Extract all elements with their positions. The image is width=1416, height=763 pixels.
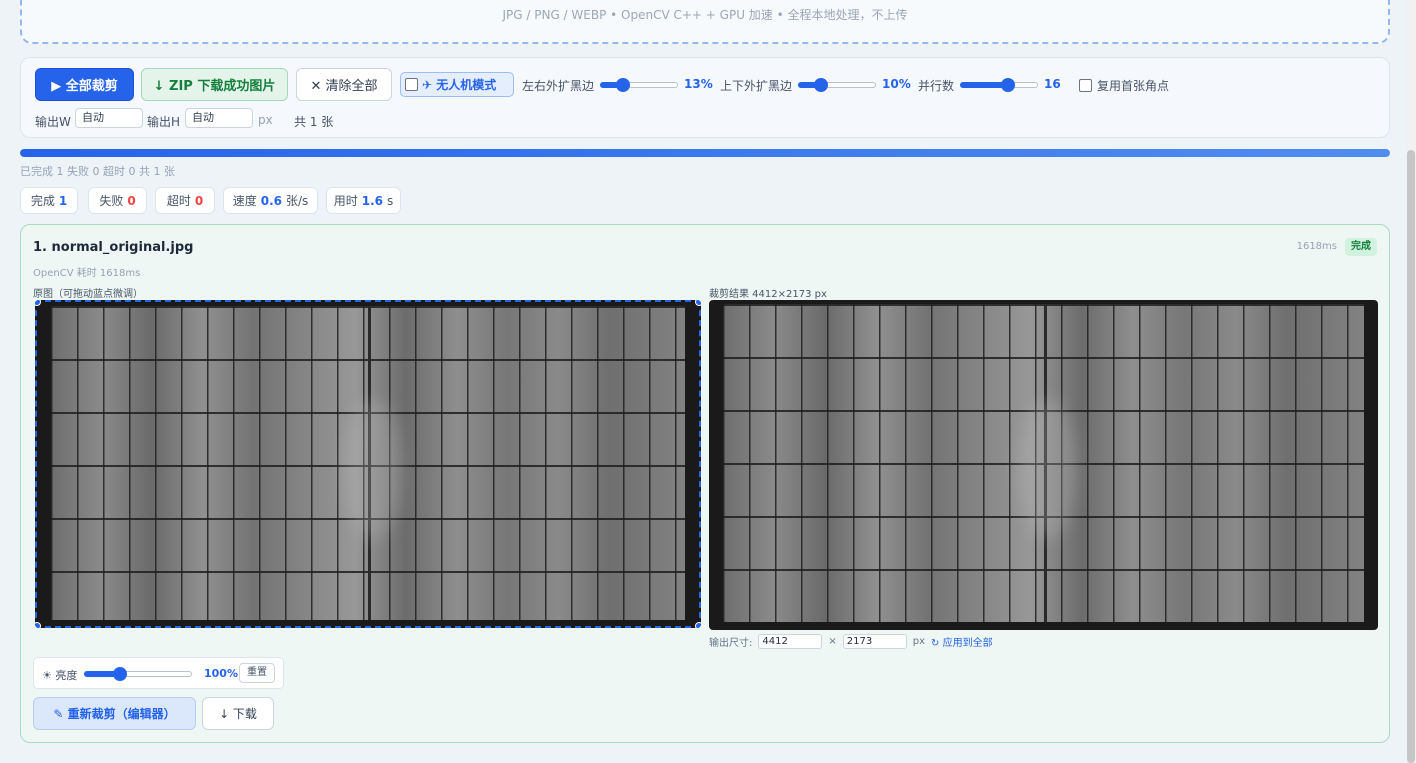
stat-timeout-label: 超时 (166, 194, 191, 208)
reuse-corners-label: 复用首张角点 (1097, 79, 1170, 93)
result-label: 裁剪结果 4412×2173 px (709, 289, 827, 300)
stat-timeout-value: 0 (194, 193, 204, 208)
drone-mode-toggle[interactable]: ✈ 无人机模式 (400, 72, 514, 97)
page-scrollbar-thumb[interactable] (1407, 150, 1415, 763)
brightness-slider-thumb[interactable] (112, 667, 127, 681)
stat-timeout: 超时 0 (155, 187, 215, 214)
upload-dropzone[interactable]: JPG / PNG / WEBP • OpenCV C++ + GPU 加速 •… (20, 0, 1390, 44)
output-size-label: 输出尺寸: (709, 638, 753, 649)
progress-text: 已完成 1 失败 0 超时 0 共 1 张 (20, 165, 175, 178)
stat-done: 完成 1 (20, 187, 78, 214)
stat-elapsed-unit: s (387, 193, 394, 208)
card-time: 1618ms (1296, 241, 1337, 252)
corner-handle-top-right[interactable] (695, 300, 701, 306)
clear-all-button[interactable]: ✕ 清除全部 (296, 68, 392, 101)
output-height-input[interactable]: 自动 (185, 108, 253, 128)
cropped-image (709, 300, 1378, 630)
brightness-label: ☀ 亮度 (42, 669, 78, 682)
apply-to-all-link[interactable]: ↻ 应用到全部 (931, 634, 993, 649)
output-height-label: 输出H (147, 115, 181, 129)
stat-speed: 速度 0.6 张/s (223, 187, 318, 214)
parallel-slider-thumb[interactable] (1001, 78, 1016, 92)
stat-speed-value: 0.6 (260, 193, 282, 208)
stat-elapsed-value: 1.6 (361, 193, 383, 208)
card-subtitle: OpenCV 耗时 1618ms (33, 268, 141, 279)
page-scrollbar[interactable] (1406, 0, 1416, 763)
progress-bar (20, 149, 1390, 157)
brightness-value: 100% (204, 667, 238, 680)
crop-all-button[interactable]: ▶ 全部裁剪 (35, 68, 134, 101)
px-unit: px (258, 113, 273, 127)
reuse-corners-toggle[interactable]: 复用首张角点 (1079, 77, 1169, 94)
tb-pad-slider-thumb[interactable] (814, 78, 829, 92)
corner-handle-bottom-right[interactable] (695, 622, 701, 628)
times-sign: × (828, 636, 837, 647)
original-image[interactable] (35, 300, 701, 628)
original-label: 原图（可拖动蓝点微调） (33, 289, 143, 300)
dropzone-hint: JPG / PNG / WEBP • OpenCV C++ + GPU 加速 •… (502, 8, 908, 22)
parallel-value: 16 (1044, 77, 1061, 91)
output-size-px-unit: px (912, 636, 926, 647)
output-size-height-input[interactable]: 2173 (842, 634, 907, 649)
cropped-panel-photo (709, 300, 1378, 630)
drone-mode-label: ✈ 无人机模式 (422, 78, 497, 92)
stat-speed-label: 速度 (232, 194, 257, 208)
parallel-slider[interactable] (960, 78, 1038, 92)
brightness-reset-button[interactable]: 重置 (239, 663, 275, 683)
stat-fail-value: 0 (127, 193, 136, 208)
output-size-row: 输出尺寸: 4412 × 2173 px ↻ 应用到全部 (709, 634, 993, 649)
download-button[interactable]: ↓ 下载 (202, 697, 274, 730)
output-width-input[interactable]: 自动 (75, 108, 143, 128)
corner-handle-bottom-left[interactable] (35, 622, 41, 628)
lr-pad-value: 13% (684, 77, 713, 91)
stat-elapsed: 用时 1.6 s (326, 187, 401, 214)
stat-done-value: 1 (58, 193, 68, 208)
progress-fill (20, 149, 1390, 157)
stat-done-label: 完成 (30, 194, 55, 208)
status-badge: 完成 (1345, 238, 1377, 256)
card-title: 1. normal_original.jpg (33, 240, 194, 255)
zip-download-button[interactable]: ↓ ZIP 下载成功图片 (141, 68, 288, 101)
parallel-label: 并行数 (918, 79, 955, 93)
stat-elapsed-label: 用时 (333, 194, 358, 208)
result-card: 1. normal_original.jpg 1618ms 完成 OpenCV … (20, 224, 1390, 743)
lr-pad-slider[interactable] (600, 78, 678, 92)
stat-fail: 失败 0 (88, 187, 147, 214)
tb-pad-value: 10% (882, 77, 911, 91)
stat-speed-unit: 张/s (285, 194, 309, 208)
total-count: 共 1 张 (294, 115, 334, 129)
output-width-label: 输出W (35, 115, 71, 129)
brightness-control: ☀ 亮度 100% 重置 (33, 657, 284, 689)
brightness-slider[interactable] (84, 667, 192, 681)
tb-pad-slider[interactable] (798, 78, 876, 92)
lr-pad-label: 左右外扩黑边 (522, 79, 595, 93)
reuse-corners-checkbox[interactable] (1079, 79, 1092, 92)
app-page: JPG / PNG / WEBP • OpenCV C++ + GPU 加速 •… (0, 0, 1406, 763)
stat-fail-label: 失败 (99, 194, 124, 208)
drone-mode-checkbox[interactable] (405, 78, 418, 91)
output-size-width-input[interactable]: 4412 (758, 634, 823, 649)
recrop-editor-button[interactable]: ✎ 重新裁剪（编辑器） (33, 697, 196, 730)
tb-pad-label: 上下外扩黑边 (720, 79, 793, 93)
lr-pad-slider-thumb[interactable] (616, 78, 631, 92)
crop-frame[interactable] (35, 300, 701, 628)
toolbar: ▶ 全部裁剪 ↓ ZIP 下载成功图片 ✕ 清除全部 ✈ 无人机模式 左右外扩黑… (20, 57, 1390, 138)
